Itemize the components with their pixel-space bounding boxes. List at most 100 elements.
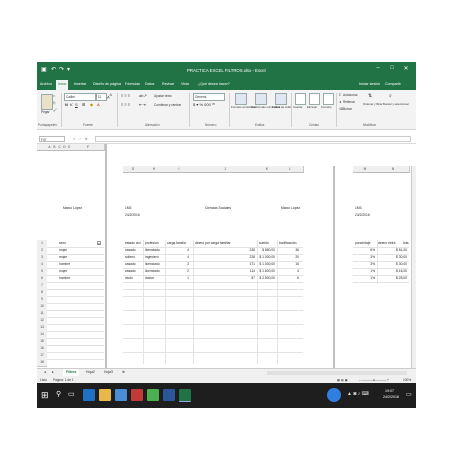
vertical-scrollbar[interactable] — [411, 166, 416, 368]
chrome-icon[interactable] — [147, 389, 159, 401]
tab-formulas[interactable]: Fórmulas — [125, 82, 140, 86]
sort-filter-button[interactable]: Ordenar y filtrar — [363, 102, 382, 106]
paste-button[interactable]: Pegar — [41, 110, 50, 114]
sexo-cell[interactable]: hombre — [59, 276, 70, 280]
cut-icon[interactable]: ✂ — [53, 94, 56, 98]
delete-cells-button[interactable]: Eliminar — [307, 105, 317, 109]
formula-input[interactable] — [95, 136, 411, 142]
clock-time[interactable]: 19:07 — [385, 389, 394, 393]
sheet-tab-hoja2[interactable]: Hoja2 — [83, 369, 98, 376]
share-button[interactable]: Compartir — [385, 82, 401, 86]
tab-inicio[interactable]: Inicio — [56, 80, 69, 90]
file-explorer-icon[interactable] — [99, 389, 111, 401]
align-left-icon[interactable]: ≡ ≡ ≡ — [121, 102, 130, 107]
fill-color-icon[interactable]: ◆ — [90, 102, 93, 107]
tell-me-search[interactable]: ¿Qué desea hacer? — [198, 82, 230, 86]
app-icon[interactable] — [131, 389, 143, 401]
porcentaje-cell[interactable]: 3% — [370, 255, 375, 259]
dinero-extra-cell[interactable]: $ 51,00 — [396, 248, 407, 252]
carga-familiar-cell[interactable]: 1 — [187, 276, 189, 280]
name-box[interactable]: F47 — [39, 136, 65, 142]
dinero-extra-cell[interactable]: $ 30,00 — [396, 255, 407, 259]
estado-civil-cell[interactable]: casado — [125, 269, 136, 273]
store-icon[interactable] — [115, 389, 127, 401]
cell-styles-icon[interactable] — [275, 93, 287, 105]
dinero-carga-cell[interactable]: 228 — [249, 248, 255, 252]
subject-title[interactable]: Ciencias Sociales — [205, 206, 231, 210]
orientation-icon[interactable]: ab↗ — [139, 93, 147, 98]
cancel-icon[interactable]: ✕ — [73, 137, 76, 141]
cortana-icon[interactable] — [327, 388, 341, 402]
column-header-g[interactable]: G — [123, 166, 144, 173]
scroll-sheets-right-icon[interactable]: ▸ — [49, 369, 57, 376]
column-header-h[interactable]: H — [143, 166, 166, 173]
tab-revisar[interactable]: Revisar — [162, 82, 174, 86]
author-name[interactable]: Marco López — [63, 206, 82, 210]
carga-familiar-cell[interactable]: 2 — [187, 269, 189, 273]
fx-button[interactable]: fx — [85, 137, 87, 141]
bonificacion-cell[interactable]: 4 — [297, 269, 299, 273]
porcentaje-cell[interactable]: 1% — [370, 269, 375, 273]
estado-civil-cell[interactable]: casado — [125, 248, 136, 252]
sexo-cell[interactable]: hombre — [59, 262, 70, 266]
view-normal-icon[interactable]: ▦ ▤ ▣ — [337, 378, 348, 382]
find-select-button[interactable]: Buscar y seleccionar — [383, 102, 409, 106]
clock-date[interactable]: 24/2/2016 — [383, 395, 399, 399]
close-icon[interactable]: ✕ — [400, 65, 412, 75]
format-painter-icon[interactable]: 🖌 — [53, 108, 57, 112]
column-title-sueldo[interactable]: sueldo — [259, 241, 269, 245]
notifications-icon[interactable]: ▭ — [406, 391, 412, 398]
sexo-cell[interactable]: mujer — [59, 248, 67, 252]
column-header-i[interactable]: I — [165, 166, 194, 173]
maximize-icon[interactable]: □ — [386, 65, 398, 75]
profesion-cell[interactable]: licenciado — [145, 248, 160, 252]
column-header-j[interactable]: J — [193, 166, 258, 173]
underline-icon[interactable]: S — [75, 102, 78, 107]
sueldo-cell[interactable]: $ 2.500,00 — [259, 276, 275, 280]
font-size-select[interactable]: 11 — [96, 93, 107, 101]
sort-filter-icon[interactable]: ⇅ — [368, 93, 372, 99]
grow-font-icon[interactable]: AA — [107, 93, 112, 99]
row-header[interactable]: 18 — [37, 359, 47, 368]
column-title-carga-familiar[interactable]: carga familia — [167, 241, 186, 245]
find-select-icon[interactable]: ⌕ — [389, 93, 392, 99]
column-header-f[interactable]: F — [72, 144, 105, 151]
system-tray-icons[interactable]: ▲ ◙ ♪ ⌨ — [347, 391, 369, 397]
group-code[interactable]: 1M3 — [355, 206, 361, 210]
dinero-extra-cell[interactable]: $ 30,00 — [396, 262, 407, 266]
profesion-cell[interactable]: licenciado — [145, 262, 160, 266]
bonificacion-cell[interactable]: 16 — [295, 262, 299, 266]
sheet-tab-hoja3[interactable]: Hoja3 — [101, 369, 116, 376]
sexo-cell[interactable]: mujer — [59, 255, 67, 259]
column-header-l[interactable]: L — [277, 166, 304, 173]
column-title-profesion[interactable]: profesion — [145, 241, 159, 245]
excel-icon[interactable] — [179, 389, 191, 402]
estado-civil-cell[interactable]: soltero — [125, 255, 135, 259]
carga-familiar-cell[interactable]: 3 — [187, 262, 189, 266]
column-title-estado-civil[interactable]: estado civi — [125, 241, 141, 245]
filter-dropdown-icon[interactable]: ▾ — [97, 241, 101, 246]
dinero-carga-cell[interactable]: 228 — [249, 255, 255, 259]
zoom-slider[interactable]: – ─────●───── + — [359, 378, 389, 382]
currency-icon[interactable]: $ ▾ % 000 ⁰⁰ — [193, 102, 215, 107]
autosum-button[interactable]: Autosuma — [343, 93, 357, 97]
cell-styles-button[interactable]: Estilos de celda — [272, 105, 292, 109]
enter-icon[interactable]: ✓ — [79, 137, 82, 141]
group-code[interactable]: 1M3 — [125, 206, 131, 210]
sueldo-cell[interactable]: $ 850,00 — [262, 248, 275, 252]
profesion-cell[interactable]: doctor — [145, 276, 154, 280]
dinero-extra-cell[interactable]: $ 16,00 — [396, 269, 407, 273]
column-header-m[interactable]: M — [353, 166, 378, 173]
estado-civil-cell[interactable]: viudo — [125, 276, 133, 280]
minimize-icon[interactable]: – — [372, 65, 384, 75]
column-header-k[interactable]: K — [257, 166, 278, 173]
pane-split-vertical[interactable] — [105, 144, 107, 368]
edge-icon[interactable] — [83, 389, 95, 401]
paste-icon[interactable] — [41, 94, 53, 110]
signin-link[interactable]: Iniciar sesión — [359, 82, 380, 86]
task-view-icon[interactable]: ▭ — [68, 390, 75, 398]
save-icon[interactable]: ▣ — [41, 66, 47, 73]
carga-familiar-cell[interactable]: 4 — [187, 248, 189, 252]
insert-cells-icon[interactable] — [295, 93, 306, 105]
sueldo-cell[interactable]: $ 1.000,00 — [259, 262, 275, 266]
